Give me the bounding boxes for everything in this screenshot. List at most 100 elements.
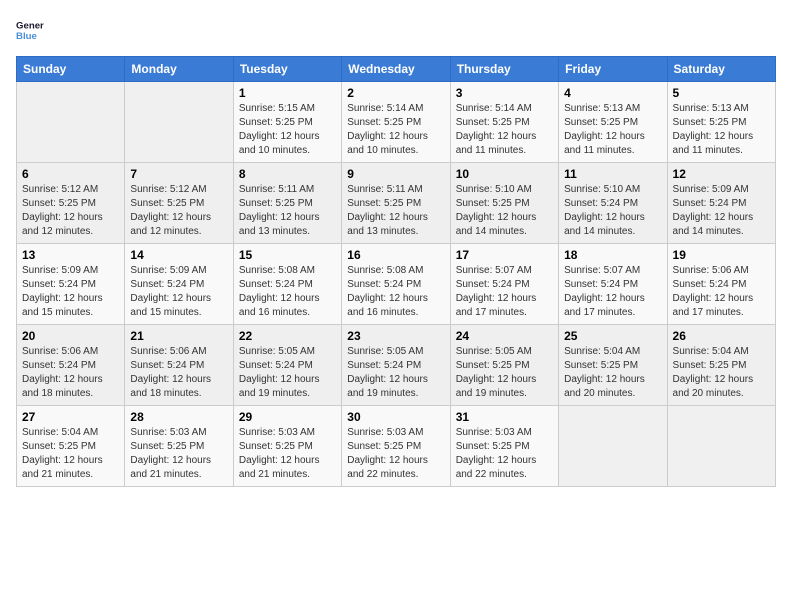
calendar-cell: 7 Sunrise: 5:12 AMSunset: 5:25 PMDaylight… — [125, 163, 233, 244]
day-number: 7 — [130, 167, 227, 181]
calendar-cell: 26 Sunrise: 5:04 AMSunset: 5:25 PMDayligh… — [667, 325, 775, 406]
day-info: Sunrise: 5:06 AMSunset: 5:24 PMDaylight:… — [22, 345, 119, 401]
calendar-cell: 20 Sunrise: 5:06 AMSunset: 5:24 PMDayligh… — [17, 325, 125, 406]
day-number: 12 — [673, 167, 770, 181]
day-info: Sunrise: 5:13 AMSunset: 5:25 PMDaylight:… — [564, 102, 661, 158]
calendar-cell — [559, 406, 667, 487]
day-info: Sunrise: 5:06 AMSunset: 5:24 PMDaylight:… — [130, 345, 227, 401]
page-header: General Blue — [16, 16, 776, 44]
calendar-cell — [125, 82, 233, 163]
calendar-cell: 30Sunrise: 5:03 AMSunset: 5:25 PMDayligh… — [342, 406, 450, 487]
day-info: Sunrise: 5:05 AMSunset: 5:24 PMDaylight:… — [239, 345, 336, 401]
day-info: Sunrise: 5:03 AMSunset: 5:25 PMDaylight:… — [239, 426, 336, 482]
calendar-cell: 11Sunrise: 5:10 AMSunset: 5:24 PMDayligh… — [559, 163, 667, 244]
day-number: 23 — [347, 329, 444, 343]
day-header-tuesday: Tuesday — [233, 57, 341, 82]
day-number: 26 — [673, 329, 770, 343]
calendar-cell: 15 Sunrise: 5:08 AMSunset: 5:24 PMDayligh… — [233, 244, 341, 325]
day-info: Sunrise: 5:11 AMSunset: 5:25 PMDaylight:… — [239, 183, 336, 239]
day-info: Sunrise: 5:13 AMSunset: 5:25 PMDaylight:… — [673, 102, 770, 158]
calendar-header-row: SundayMondayTuesdayWednesdayThursdayFrid… — [17, 57, 776, 82]
day-number: 20 — [22, 329, 119, 343]
day-info: Sunrise: 5:03 AMSunset: 5:25 PMDaylight:… — [456, 426, 553, 482]
day-number: 1 — [239, 86, 336, 100]
day-header-monday: Monday — [125, 57, 233, 82]
day-info: Sunrise: 5:11 AMSunset: 5:25 PMDaylight:… — [347, 183, 444, 239]
calendar-cell: 18 Sunrise: 5:07 AMSunset: 5:24 PMDayligh… — [559, 244, 667, 325]
calendar-cell: 14Sunrise: 5:09 AMSunset: 5:24 PMDayligh… — [125, 244, 233, 325]
calendar-cell: 4 Sunrise: 5:13 AMSunset: 5:25 PMDaylight… — [559, 82, 667, 163]
day-header-saturday: Saturday — [667, 57, 775, 82]
day-header-wednesday: Wednesday — [342, 57, 450, 82]
calendar-cell: 31Sunrise: 5:03 AMSunset: 5:25 PMDayligh… — [450, 406, 558, 487]
calendar-table: SundayMondayTuesdayWednesdayThursdayFrid… — [16, 56, 776, 487]
calendar-cell: 25 Sunrise: 5:04 AMSunset: 5:25 PMDayligh… — [559, 325, 667, 406]
day-info: Sunrise: 5:09 AMSunset: 5:24 PMDaylight:… — [673, 183, 770, 239]
day-number: 15 — [239, 248, 336, 262]
day-number: 16 — [347, 248, 444, 262]
calendar-cell: 17Sunrise: 5:07 AMSunset: 5:24 PMDayligh… — [450, 244, 558, 325]
logo-icon: General Blue — [16, 16, 44, 44]
day-info: Sunrise: 5:08 AMSunset: 5:24 PMDaylight:… — [239, 264, 336, 320]
calendar-cell: 9 Sunrise: 5:11 AMSunset: 5:25 PMDaylight… — [342, 163, 450, 244]
calendar-cell: 1Sunrise: 5:15 AMSunset: 5:25 PMDaylight… — [233, 82, 341, 163]
calendar-cell: 13 Sunrise: 5:09 AMSunset: 5:24 PMDayligh… — [17, 244, 125, 325]
day-number: 9 — [347, 167, 444, 181]
day-info: Sunrise: 5:10 AMSunset: 5:25 PMDaylight:… — [456, 183, 553, 239]
calendar-week-4: 20 Sunrise: 5:06 AMSunset: 5:24 PMDayligh… — [17, 325, 776, 406]
day-number: 5 — [673, 86, 770, 100]
day-number: 17 — [456, 248, 553, 262]
day-number: 24 — [456, 329, 553, 343]
day-number: 28 — [130, 410, 227, 424]
day-header-sunday: Sunday — [17, 57, 125, 82]
day-number: 25 — [564, 329, 661, 343]
calendar-cell: 28 Sunrise: 5:03 AMSunset: 5:25 PMDayligh… — [125, 406, 233, 487]
day-number: 21 — [130, 329, 227, 343]
logo: General Blue — [16, 16, 44, 44]
day-number: 10 — [456, 167, 553, 181]
day-number: 13 — [22, 248, 119, 262]
calendar-week-5: 27Sunrise: 5:04 AMSunset: 5:25 PMDayligh… — [17, 406, 776, 487]
calendar-cell: 8 Sunrise: 5:11 AMSunset: 5:25 PMDaylight… — [233, 163, 341, 244]
day-number: 27 — [22, 410, 119, 424]
day-info: Sunrise: 5:05 AMSunset: 5:25 PMDaylight:… — [456, 345, 553, 401]
day-info: Sunrise: 5:09 AMSunset: 5:24 PMDaylight:… — [22, 264, 119, 320]
day-number: 8 — [239, 167, 336, 181]
calendar-cell: 5 Sunrise: 5:13 AMSunset: 5:25 PMDaylight… — [667, 82, 775, 163]
day-number: 6 — [22, 167, 119, 181]
day-number: 29 — [239, 410, 336, 424]
day-info: Sunrise: 5:12 AMSunset: 5:25 PMDaylight:… — [22, 183, 119, 239]
calendar-cell: 21 Sunrise: 5:06 AMSunset: 5:24 PMDayligh… — [125, 325, 233, 406]
calendar-cell: 16 Sunrise: 5:08 AMSunset: 5:24 PMDayligh… — [342, 244, 450, 325]
day-info: Sunrise: 5:04 AMSunset: 5:25 PMDaylight:… — [564, 345, 661, 401]
calendar-cell — [667, 406, 775, 487]
calendar-cell — [17, 82, 125, 163]
day-info: Sunrise: 5:06 AMSunset: 5:24 PMDaylight:… — [673, 264, 770, 320]
day-number: 22 — [239, 329, 336, 343]
calendar-cell: 19 Sunrise: 5:06 AMSunset: 5:24 PMDayligh… — [667, 244, 775, 325]
day-info: Sunrise: 5:12 AMSunset: 5:25 PMDaylight:… — [130, 183, 227, 239]
svg-text:Blue: Blue — [16, 31, 37, 42]
day-info: Sunrise: 5:09 AMSunset: 5:24 PMDaylight:… — [130, 264, 227, 320]
day-info: Sunrise: 5:14 AMSunset: 5:25 PMDaylight:… — [456, 102, 553, 158]
day-header-friday: Friday — [559, 57, 667, 82]
day-number: 18 — [564, 248, 661, 262]
day-info: Sunrise: 5:07 AMSunset: 5:24 PMDaylight:… — [564, 264, 661, 320]
day-info: Sunrise: 5:04 AMSunset: 5:25 PMDaylight:… — [673, 345, 770, 401]
calendar-cell: 12 Sunrise: 5:09 AMSunset: 5:24 PMDayligh… — [667, 163, 775, 244]
calendar-cell: 6 Sunrise: 5:12 AMSunset: 5:25 PMDaylight… — [17, 163, 125, 244]
calendar-cell: 22 Sunrise: 5:05 AMSunset: 5:24 PMDayligh… — [233, 325, 341, 406]
calendar-cell: 10 Sunrise: 5:10 AMSunset: 5:25 PMDayligh… — [450, 163, 558, 244]
day-info: Sunrise: 5:03 AMSunset: 5:25 PMDaylight:… — [130, 426, 227, 482]
svg-text:General: General — [16, 20, 44, 31]
calendar-cell: 29 Sunrise: 5:03 AMSunset: 5:25 PMDayligh… — [233, 406, 341, 487]
day-info: Sunrise: 5:03 AMSunset: 5:25 PMDaylight:… — [347, 426, 444, 482]
day-number: 19 — [673, 248, 770, 262]
day-info: Sunrise: 5:10 AMSunset: 5:24 PMDaylight:… — [564, 183, 661, 239]
calendar-cell: 3Sunrise: 5:14 AMSunset: 5:25 PMDaylight… — [450, 82, 558, 163]
calendar-cell: 24 Sunrise: 5:05 AMSunset: 5:25 PMDayligh… — [450, 325, 558, 406]
day-number: 4 — [564, 86, 661, 100]
day-number: 2 — [347, 86, 444, 100]
calendar-week-3: 13 Sunrise: 5:09 AMSunset: 5:24 PMDayligh… — [17, 244, 776, 325]
day-info: Sunrise: 5:08 AMSunset: 5:24 PMDaylight:… — [347, 264, 444, 320]
